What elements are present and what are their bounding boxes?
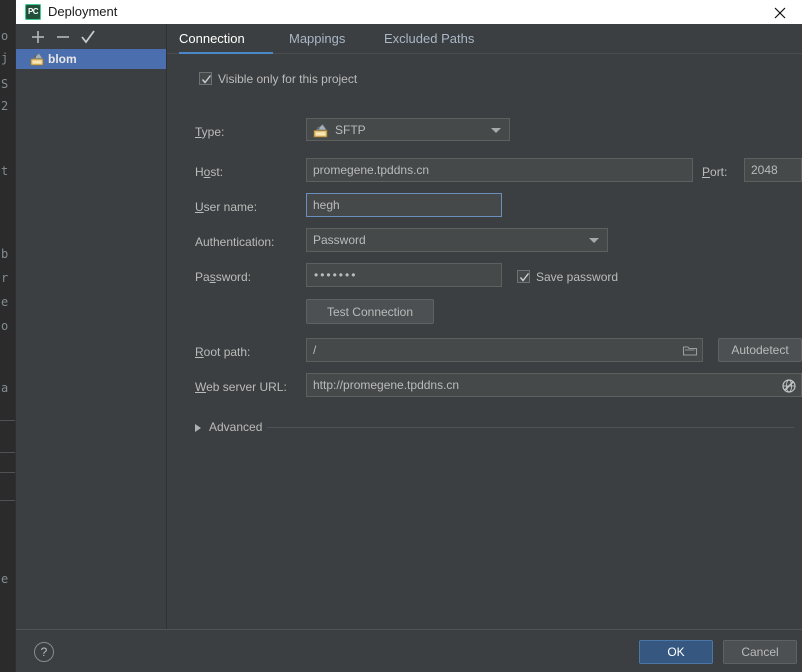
type-dropdown[interactable]: SFTP xyxy=(306,118,510,141)
host-label: Host: xyxy=(195,165,224,179)
password-label: Password: xyxy=(195,270,252,284)
background-text-fragment: o xyxy=(1,29,9,43)
pycharm-icon: PC xyxy=(25,4,41,20)
background-text-fragment: b xyxy=(1,247,9,261)
password-input-value: ••••••• xyxy=(314,268,358,282)
web-server-url-label: Web server URL: xyxy=(195,380,287,394)
user-name-label: User name: xyxy=(195,200,258,214)
web-server-url-input[interactable]: http://promegene.tpddns.cn xyxy=(306,373,802,397)
authentication-dropdown[interactable]: Password xyxy=(306,228,608,252)
advanced-separator xyxy=(267,427,794,428)
root-path-input[interactable]: / xyxy=(306,338,703,362)
close-icon[interactable] xyxy=(758,0,802,24)
tab-bar: Connection Mappings Excluded Paths xyxy=(167,24,802,54)
background-editor-strip: ojS2tbreoae xyxy=(0,0,16,672)
tab-mappings[interactable]: Mappings xyxy=(289,24,345,54)
port-label: Port: xyxy=(702,165,728,179)
screenshot-root: ojS2tbreoae PC Deployment blom Connectio… xyxy=(0,0,802,672)
minus-icon[interactable] xyxy=(53,27,73,47)
connection-form: Visible only for this project Type: SFTP xyxy=(167,54,802,629)
background-text-fragment: a xyxy=(1,381,9,395)
chevron-down-icon xyxy=(491,127,501,133)
cancel-button[interactable]: Cancel xyxy=(723,640,797,664)
background-text-rule xyxy=(0,420,15,421)
list-item-label: blom xyxy=(48,52,77,66)
folder-icon[interactable] xyxy=(679,340,701,362)
checkmark-icon xyxy=(201,75,212,84)
servers-list: blom xyxy=(16,49,166,629)
ok-button[interactable]: OK xyxy=(639,640,713,664)
port-input[interactable]: 2048 xyxy=(744,158,802,182)
background-text-fragment: r xyxy=(1,271,9,285)
dialog-footer: ? OK Cancel xyxy=(16,629,802,672)
background-text-fragment: t xyxy=(1,164,9,178)
sftp-icon xyxy=(313,123,328,143)
test-connection-button[interactable]: Test Connection xyxy=(306,299,434,324)
root-path-input-value: / xyxy=(313,343,317,357)
background-text-rule xyxy=(0,500,15,501)
authentication-label: Authentication: xyxy=(195,235,275,249)
host-input-value: promegene.tpddns.cn xyxy=(313,163,430,177)
dialog-title: Deployment xyxy=(48,4,118,19)
type-label: Type: xyxy=(195,125,225,139)
tab-excluded-paths[interactable]: Excluded Paths xyxy=(384,24,474,54)
sftp-server-icon xyxy=(30,52,44,66)
save-password-checkbox-label: Save password xyxy=(536,270,619,284)
globe-icon[interactable] xyxy=(778,375,800,397)
web-server-url-input-value: http://promegene.tpddns.cn xyxy=(313,378,460,392)
visible-only-checkbox-box xyxy=(199,72,212,85)
pycharm-icon-text: PC xyxy=(27,7,39,16)
advanced-section-label: Advanced xyxy=(209,420,263,434)
background-text-rule xyxy=(0,452,15,453)
autodetect-button[interactable]: Autodetect xyxy=(718,338,802,362)
tab-connection[interactable]: Connection xyxy=(179,24,245,54)
background-text-fragment: 2 xyxy=(1,99,9,113)
background-text-fragment: S xyxy=(1,77,9,91)
visible-only-checkbox-label: Visible only for this project xyxy=(218,72,358,86)
background-text-fragment: e xyxy=(1,572,9,586)
user-name-input[interactable]: hegh xyxy=(306,193,502,217)
chevron-right-icon xyxy=(195,424,201,432)
background-text-fragment: o xyxy=(1,319,9,333)
deployment-dialog: PC Deployment blom Connection Mappings E… xyxy=(16,0,802,672)
authentication-dropdown-value: Password xyxy=(313,233,366,247)
background-text-rule xyxy=(0,472,15,473)
check-icon[interactable] xyxy=(78,27,98,47)
checkmark-icon xyxy=(519,273,530,282)
chevron-down-icon xyxy=(589,238,599,243)
servers-panel: blom xyxy=(16,24,167,629)
root-path-label: Root path: xyxy=(195,345,251,359)
password-input[interactable]: ••••••• xyxy=(306,263,502,287)
list-item[interactable]: blom xyxy=(16,49,166,69)
save-password-checkbox-box xyxy=(517,270,530,283)
host-input[interactable]: promegene.tpddns.cn xyxy=(306,158,693,182)
background-text-fragment: j xyxy=(1,51,9,65)
plus-icon[interactable] xyxy=(28,27,48,47)
port-input-value: 2048 xyxy=(751,163,778,177)
user-name-input-value: hegh xyxy=(313,198,340,212)
background-text-fragment: e xyxy=(1,295,9,309)
type-dropdown-value: SFTP xyxy=(335,122,366,137)
dialog-titlebar: PC Deployment xyxy=(16,0,802,25)
servers-toolbar xyxy=(16,24,166,49)
help-icon[interactable]: ? xyxy=(34,642,54,662)
connection-pane: Connection Mappings Excluded Paths Visib… xyxy=(167,24,802,629)
